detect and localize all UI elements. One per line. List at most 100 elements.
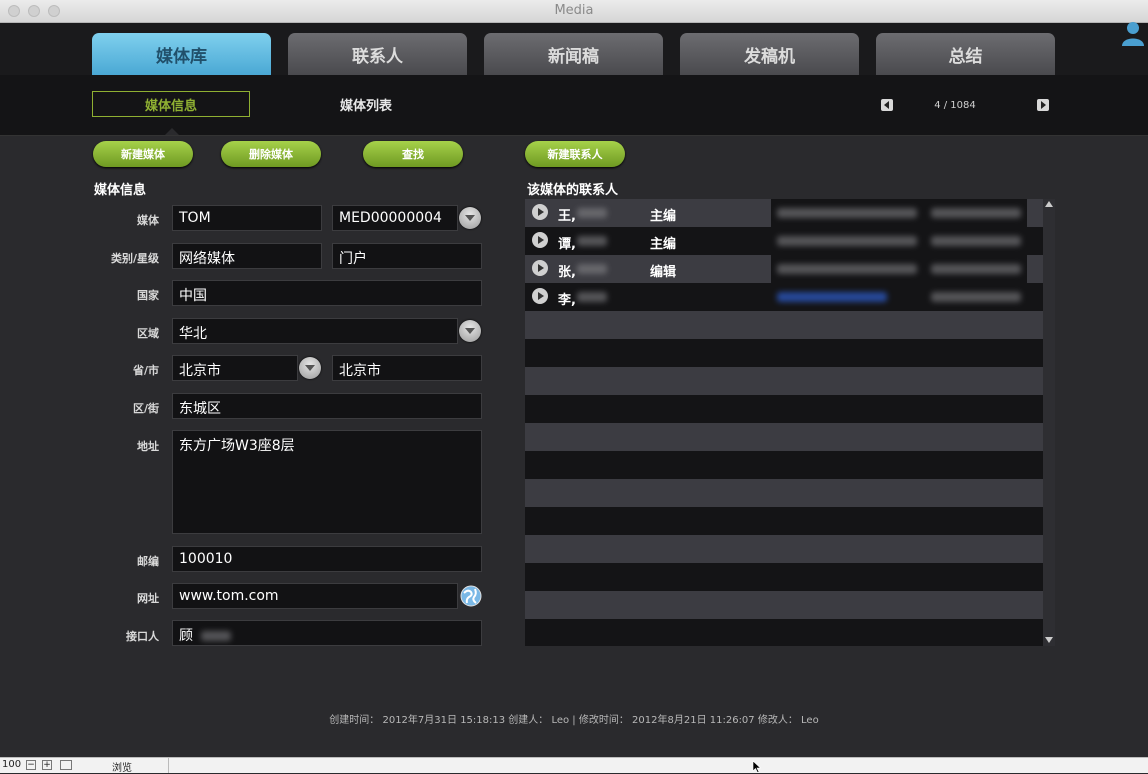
- label-region: 区域: [137, 327, 159, 340]
- country-field[interactable]: 中国: [172, 280, 482, 306]
- zoom-out-icon[interactable]: −: [26, 760, 36, 770]
- row-email-cell: [771, 255, 1027, 283]
- record-metadata: 创建时间： 2012年7月31日 15:18:13 创建人： Leo | 修改时…: [329, 715, 819, 726]
- contact-name: 张,: [558, 265, 576, 280]
- contacts-table: 王, 主编 谭, 主编 张, 编辑 李,: [525, 199, 1043, 646]
- play-icon[interactable]: [532, 204, 548, 220]
- prev-record-button[interactable]: [881, 99, 893, 111]
- delete-media-button[interactable]: 删除媒体: [221, 141, 321, 167]
- table-row: [525, 479, 1043, 507]
- row-email-cell: [771, 227, 1027, 255]
- find-button[interactable]: 查找: [363, 141, 463, 167]
- next-record-button[interactable]: [1037, 99, 1049, 111]
- tab-contacts[interactable]: 联系人: [288, 33, 467, 75]
- redacted-text: [777, 264, 917, 274]
- table-row: [525, 619, 1043, 646]
- contact-person-field[interactable]: 顾: [172, 620, 482, 646]
- status-divider: [168, 758, 169, 773]
- redacted-link: [777, 292, 887, 302]
- label-address: 地址: [137, 440, 159, 453]
- contact-name: 谭,: [558, 237, 576, 252]
- table-row[interactable]: 谭, 主编: [525, 227, 1043, 255]
- subtab-media-info[interactable]: 媒体信息: [92, 91, 250, 117]
- label-country: 国家: [137, 289, 159, 302]
- province-field[interactable]: 北京市: [172, 355, 298, 381]
- redacted-text: [931, 208, 1021, 218]
- redacted-text: [577, 292, 607, 302]
- user-icon[interactable]: [1120, 20, 1146, 46]
- new-contact-button[interactable]: 新建联系人: [525, 141, 625, 167]
- table-row: [525, 423, 1043, 451]
- table-row: [525, 367, 1043, 395]
- window-titlebar: Media: [0, 0, 1148, 23]
- redacted-text: [577, 236, 607, 246]
- media-info-title: 媒体信息: [94, 183, 147, 198]
- contact-title: 主编: [650, 237, 677, 252]
- record-pager: 4 / 1084: [934, 100, 976, 111]
- contact-title: 编辑: [650, 265, 677, 280]
- window-title: Media: [554, 3, 594, 18]
- redacted-text: [931, 264, 1021, 274]
- subtab-pointer: [165, 128, 179, 135]
- table-row: [525, 311, 1043, 339]
- status-bar: 100 − + 浏览: [0, 757, 1148, 774]
- city-field[interactable]: 北京市: [332, 355, 482, 381]
- redacted-text: [931, 236, 1021, 246]
- row-email-cell: [771, 199, 1027, 227]
- contact-title: 主编: [650, 209, 677, 224]
- tab-media-library[interactable]: 媒体库: [92, 33, 271, 75]
- redacted-text: [777, 236, 917, 246]
- scroll-up-icon[interactable]: [1045, 201, 1053, 207]
- table-row: [525, 535, 1043, 563]
- zoom-level: 100: [2, 759, 22, 770]
- mouse-cursor-icon: [752, 760, 762, 773]
- scroll-down-icon[interactable]: [1045, 637, 1053, 643]
- label-category: 类别/星级: [110, 252, 159, 265]
- contacts-section-title: 该媒体的联系人: [527, 183, 619, 198]
- media-name-field[interactable]: TOM: [172, 205, 322, 231]
- tab-summary[interactable]: 总结: [876, 33, 1055, 75]
- tab-distribution[interactable]: 发稿机: [680, 33, 859, 75]
- redacted-text: [577, 264, 607, 274]
- contact-name: 李,: [558, 293, 576, 308]
- table-row: [525, 339, 1043, 367]
- table-row: [525, 563, 1043, 591]
- label-media: 媒体: [137, 214, 159, 227]
- redacted-text: [577, 208, 607, 218]
- region-dropdown-icon[interactable]: [459, 320, 481, 342]
- postcode-field[interactable]: 100010: [172, 546, 482, 572]
- table-row[interactable]: 李,: [525, 283, 1043, 311]
- province-dropdown-icon[interactable]: [299, 357, 321, 379]
- label-postcode: 邮编: [137, 555, 159, 568]
- play-icon[interactable]: [532, 232, 548, 248]
- play-icon[interactable]: [532, 288, 548, 304]
- redacted-text: [777, 208, 917, 218]
- region-field[interactable]: 华北: [172, 318, 458, 344]
- address-textarea[interactable]: 东方广场W3座8层: [172, 430, 482, 534]
- category-field[interactable]: 网络媒体: [172, 243, 322, 269]
- media-dropdown-icon[interactable]: [459, 207, 481, 229]
- star-field[interactable]: 门户: [332, 243, 482, 269]
- redacted-text: [201, 631, 232, 641]
- contact-name: 王,: [558, 209, 576, 224]
- subtab-media-list[interactable]: 媒体列表: [340, 95, 392, 114]
- table-row: [525, 451, 1043, 479]
- media-id-field[interactable]: MED00000004: [332, 205, 458, 231]
- label-contact-person: 接口人: [126, 630, 159, 643]
- table-row: [525, 395, 1043, 423]
- zoom-in-icon[interactable]: +: [42, 760, 52, 770]
- district-field[interactable]: 东城区: [172, 393, 482, 419]
- table-row[interactable]: 王, 主编: [525, 199, 1043, 227]
- row-email-cell: [771, 283, 1027, 311]
- toggle-toolbar-icon[interactable]: [60, 760, 72, 770]
- globe-icon[interactable]: [460, 585, 482, 607]
- tab-press-releases[interactable]: 新闻稿: [484, 33, 663, 75]
- label-province: 省/市: [132, 364, 159, 377]
- contacts-scrollbar[interactable]: [1043, 199, 1055, 646]
- redacted-text: [931, 292, 1021, 302]
- table-row: [525, 507, 1043, 535]
- website-field[interactable]: www.tom.com: [172, 583, 458, 609]
- new-media-button[interactable]: 新建媒体: [93, 141, 193, 167]
- table-row[interactable]: 张, 编辑: [525, 255, 1043, 283]
- play-icon[interactable]: [532, 260, 548, 276]
